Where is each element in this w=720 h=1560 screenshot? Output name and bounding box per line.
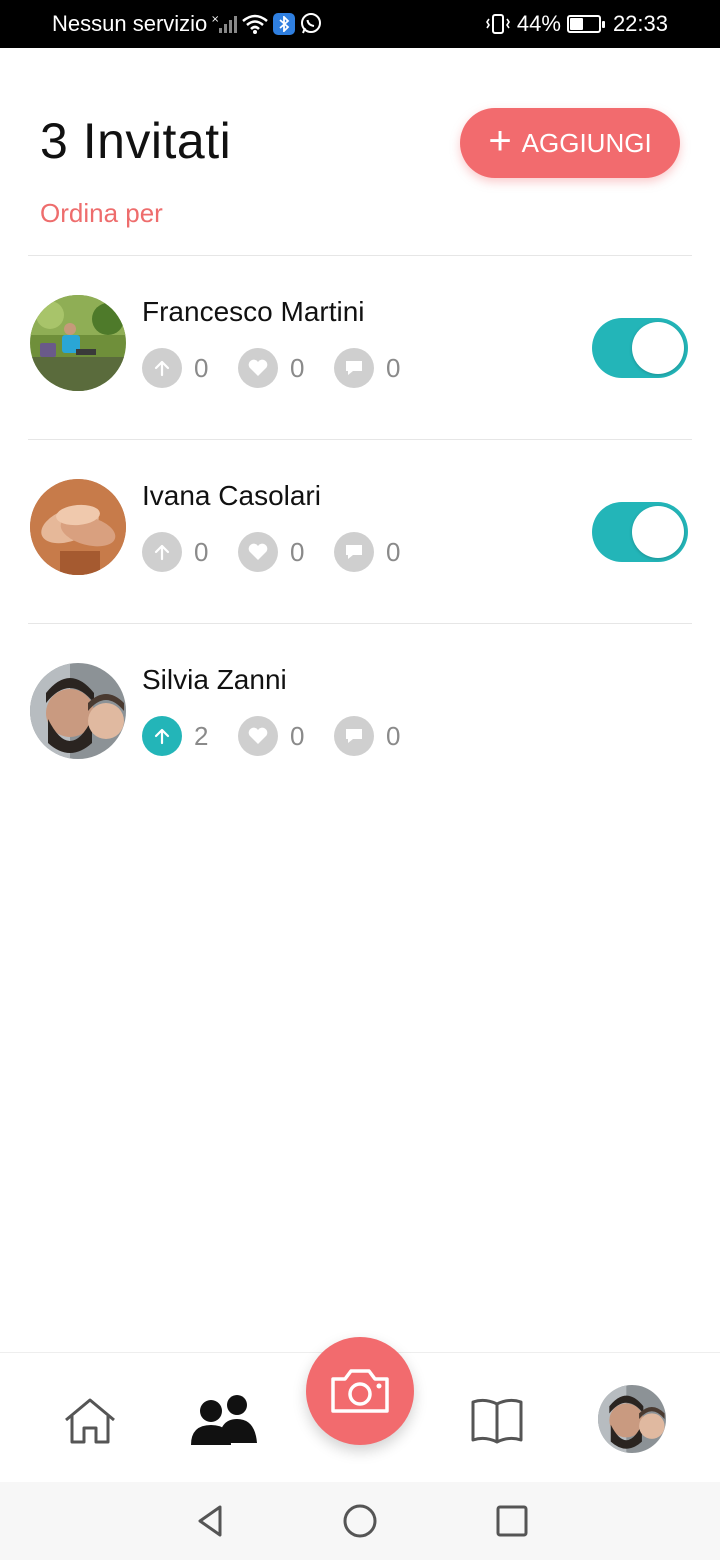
upload-arrow-icon (142, 532, 182, 572)
comment-icon (334, 532, 374, 572)
uploads-stat: 0 (142, 532, 208, 572)
system-nav (0, 1482, 720, 1560)
battery-fill (569, 18, 584, 30)
avatar[interactable] (30, 479, 126, 575)
comments-count: 0 (386, 352, 401, 383)
likes-stat: 0 (238, 716, 304, 756)
comments-count: 0 (386, 536, 401, 567)
guest-stats: 0 0 0 (142, 348, 430, 388)
profile-avatar[interactable] (598, 1385, 666, 1453)
whatsapp-icon (299, 12, 323, 36)
people-icon[interactable] (188, 1391, 260, 1447)
heart-icon (238, 348, 278, 388)
guest-toggle[interactable] (592, 318, 688, 378)
guest-row[interactable]: Ivana Casolari 0 0 0 (0, 440, 720, 624)
guest-row[interactable]: Francesco Martini 0 0 0 (0, 256, 720, 440)
page-title: 3 Invitati (40, 113, 232, 169)
likes-stat: 0 (238, 532, 304, 572)
comments-stat: 0 (334, 348, 400, 388)
signal-icon: × (211, 13, 238, 35)
likes-count: 0 (290, 720, 305, 751)
avatar[interactable] (30, 663, 126, 759)
add-button[interactable]: + AGGIUNGI (460, 108, 680, 178)
uploads-count: 0 (194, 352, 209, 383)
clock: 22:33 (612, 11, 668, 36)
upload-arrow-icon (142, 716, 182, 756)
avatar[interactable] (30, 295, 126, 391)
status-bar: Nessun servizio × 44% 22:33 (0, 0, 720, 48)
status-right: 44% 22:33 (485, 0, 668, 48)
uploads-stat: 0 (142, 348, 208, 388)
guest-name: Silvia Zanni (142, 664, 287, 695)
guest-toggle[interactable] (592, 502, 688, 562)
comments-stat: 0 (334, 716, 400, 756)
svg-text:×: × (211, 14, 219, 25)
home-icon[interactable] (58, 1393, 122, 1449)
home-circle-icon[interactable] (330, 1482, 390, 1560)
likes-count: 0 (290, 536, 305, 567)
sort-by-link[interactable]: Ordina per (40, 198, 163, 229)
recents-icon[interactable] (482, 1482, 542, 1560)
toggle-knob (632, 322, 684, 374)
camera-icon (331, 1369, 389, 1413)
guest-stats: 0 0 0 (142, 532, 430, 572)
guest-row[interactable]: Silvia Zanni 2 0 0 (0, 624, 720, 808)
vibrate-icon (485, 13, 511, 35)
plus-icon: + (488, 119, 512, 163)
wifi-icon (241, 13, 269, 35)
add-button-label: AGGIUNGI (521, 127, 652, 158)
uploads-stat: 2 (142, 716, 208, 756)
toggle-knob (632, 506, 684, 558)
likes-stat: 0 (238, 348, 304, 388)
battery-percent: 44% (516, 11, 561, 36)
uploads-count: 2 (194, 720, 209, 751)
comment-icon (334, 716, 374, 756)
bluetooth-icon (273, 13, 296, 35)
uploads-count: 0 (194, 536, 209, 567)
comments-stat: 0 (334, 532, 400, 572)
comments-count: 0 (386, 720, 401, 751)
carrier-text: Nessun servizio (52, 11, 208, 36)
heart-icon (238, 532, 278, 572)
back-icon[interactable] (180, 1482, 240, 1560)
upload-arrow-icon (142, 348, 182, 388)
guest-name: Francesco Martini (142, 296, 365, 327)
guest-stats: 2 0 0 (142, 716, 430, 756)
guest-name: Ivana Casolari (142, 480, 321, 511)
camera-button[interactable] (306, 1337, 414, 1445)
comment-icon (334, 348, 374, 388)
likes-count: 0 (290, 352, 305, 383)
heart-icon (238, 716, 278, 756)
battery-icon (566, 15, 605, 33)
status-left: Nessun servizio × (52, 0, 323, 48)
book-icon[interactable] (466, 1393, 528, 1449)
